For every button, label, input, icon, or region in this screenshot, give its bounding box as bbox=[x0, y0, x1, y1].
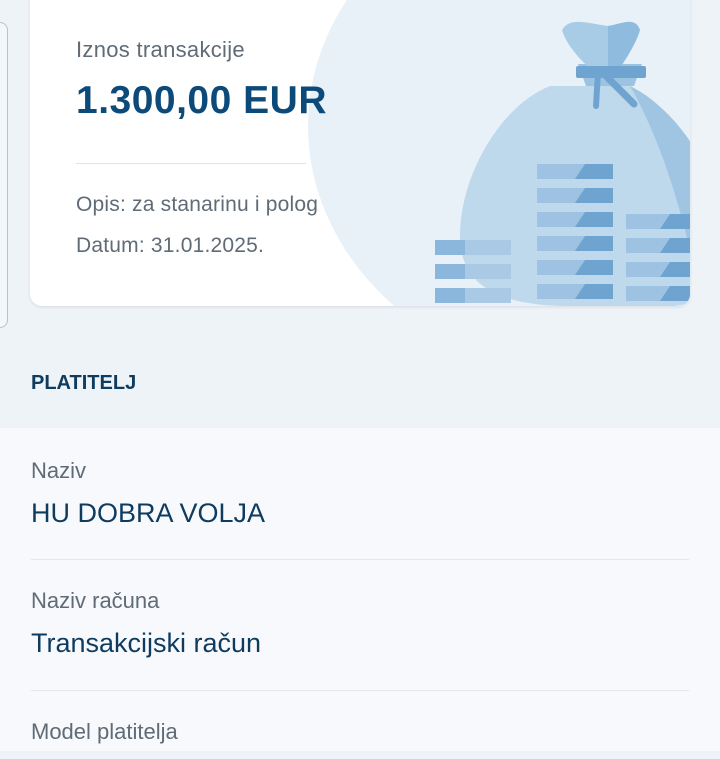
amount-label: Iznos transakcije bbox=[76, 37, 245, 62]
card-divider bbox=[76, 163, 306, 164]
previous-card-edge bbox=[0, 22, 8, 328]
account-name-label: Naziv računa bbox=[31, 588, 160, 613]
transaction-amount: 1.300,00 EUR bbox=[76, 79, 327, 122]
payer-model-field: Model platitelja bbox=[31, 719, 689, 759]
payer-section-title: PLATITELJ bbox=[31, 372, 137, 394]
payer-name-field: Naziv HU DOBRA VOLJA bbox=[31, 458, 689, 529]
payer-model-label: Model platitelja bbox=[31, 719, 178, 744]
field-divider bbox=[31, 690, 689, 691]
transaction-date: Datum: 31.01.2025. bbox=[76, 234, 265, 257]
account-name-value: Transakcijski račun bbox=[31, 628, 262, 658]
transaction-summary-card: Iznos transakcije 1.300,00 EUR Opis: za … bbox=[30, 0, 690, 306]
payer-details-panel: Naziv HU DOBRA VOLJA Naziv računa Transa… bbox=[0, 428, 720, 751]
account-name-field: Naziv računa Transakcijski račun bbox=[31, 588, 689, 659]
payer-name-label: Naziv bbox=[31, 458, 87, 483]
field-divider bbox=[31, 559, 689, 560]
transaction-description: Opis: za stanarinu i polog bbox=[76, 193, 319, 216]
payer-name-value: HU DOBRA VOLJA bbox=[31, 498, 266, 528]
